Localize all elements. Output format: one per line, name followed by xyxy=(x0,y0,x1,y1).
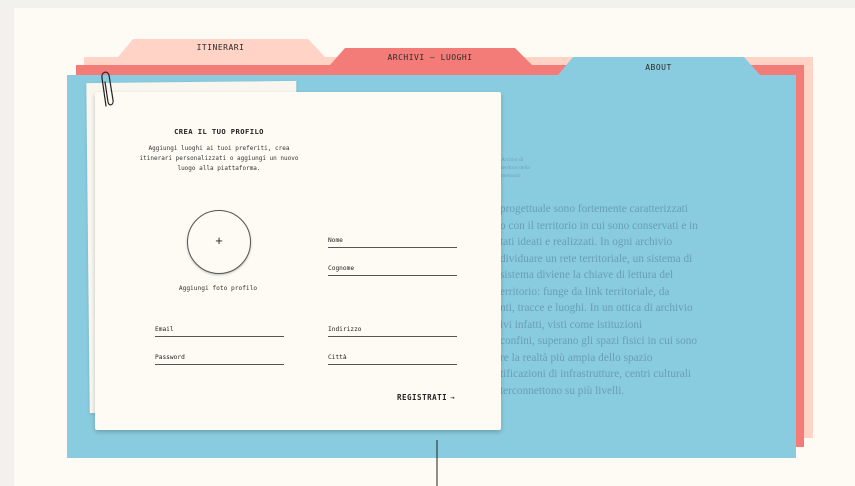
tab-archivi-luoghi[interactable]: ARCHIVI — LUOGHI xyxy=(345,51,515,65)
email-label: Email xyxy=(155,326,174,333)
password-field[interactable]: Password xyxy=(155,353,284,365)
about-paragraph: progettuale sono fortemente caratterizza… xyxy=(500,203,698,397)
tab-about[interactable]: ABOUT xyxy=(573,61,744,75)
nome-field[interactable]: Nome xyxy=(328,236,457,248)
nome-label: Nome xyxy=(328,237,343,244)
citta-field[interactable]: Città xyxy=(328,353,457,365)
indirizzo-label: Indirizzo xyxy=(328,326,362,333)
citta-label: Città xyxy=(328,354,347,361)
indirizzo-field[interactable]: Indirizzo xyxy=(328,325,457,337)
register-button[interactable]: REGISTRATI → xyxy=(397,393,455,402)
form-description: Aggiungi luoghi ai tuoi preferiti, crea … xyxy=(139,145,299,172)
password-label: Password xyxy=(155,354,185,361)
form-title: CREA IL TUO PROFILO xyxy=(174,127,264,136)
about-small-caption: Archivi di territori della memoria xyxy=(501,157,530,179)
add-photo-label: Aggiungi foto profilo xyxy=(178,285,258,292)
email-field[interactable]: Email xyxy=(155,325,284,337)
cognome-label: Cognome xyxy=(328,265,355,272)
add-photo-button[interactable]: + xyxy=(187,210,251,274)
register-label: REGISTRATI xyxy=(397,393,448,402)
plus-icon: + xyxy=(215,233,223,248)
profile-registration-card: CREA IL TUO PROFILO Aggiungi luoghi ai t… xyxy=(95,92,501,430)
tab-itinerari[interactable]: ITINERARI xyxy=(133,41,308,55)
paperclip-icon xyxy=(101,71,114,107)
arrow-right-icon: → xyxy=(450,393,456,402)
cognome-field[interactable]: Cognome xyxy=(328,264,457,276)
